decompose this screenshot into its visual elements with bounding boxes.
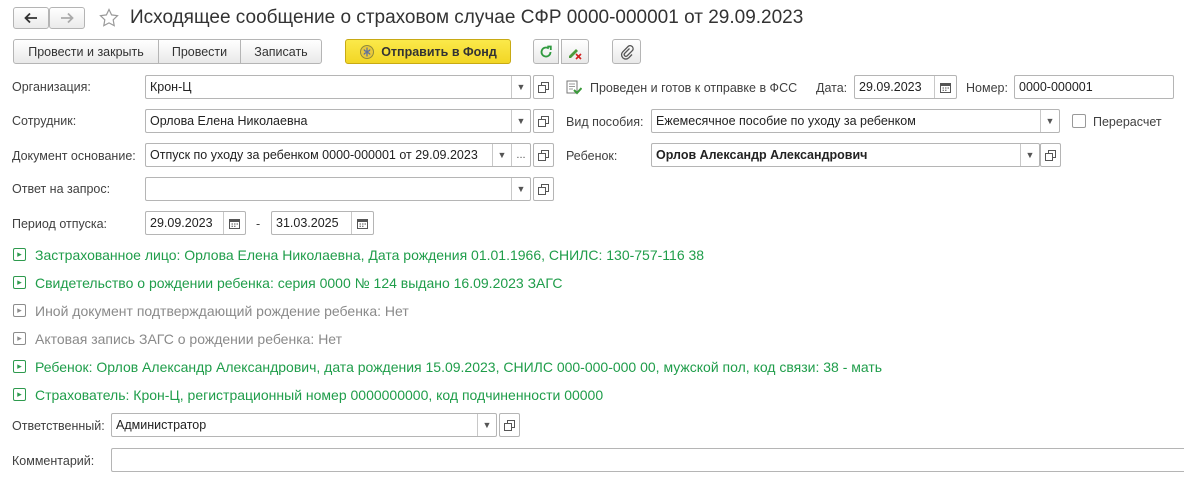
arrow-left-icon: [24, 12, 37, 24]
responsible-value: Администратор: [116, 418, 207, 432]
open-window-icon: [504, 419, 515, 431]
dropdown-arrow-icon[interactable]: ▼: [511, 178, 530, 200]
organization-label: Организация:: [12, 80, 91, 94]
refresh-icon: [540, 45, 552, 57]
employee-label: Сотрудник:: [12, 114, 77, 128]
expand-icon[interactable]: ▸: [13, 248, 26, 261]
comment-field[interactable]: [111, 448, 1184, 472]
reply-to-label: Ответ на запрос:: [12, 182, 111, 196]
save-button[interactable]: Записать: [240, 39, 322, 64]
cancel-edit-button[interactable]: [561, 39, 589, 64]
star-icon: [99, 8, 119, 27]
responsible-open-button[interactable]: [499, 413, 520, 437]
calendar-icon: [229, 218, 240, 229]
arrow-right-icon: [61, 12, 74, 24]
responsible-field[interactable]: Администратор ▼: [111, 413, 497, 437]
open-window-icon: [538, 183, 549, 195]
page-title: Исходящее сообщение о страховом случае С…: [130, 7, 804, 28]
expand-icon[interactable]: ▸: [13, 276, 26, 289]
attach-button[interactable]: [612, 39, 641, 64]
date-value: 29.09.2023: [859, 80, 922, 94]
section-other-document[interactable]: Иной документ подтверждающий рождение ре…: [35, 303, 409, 319]
period-from-value: 29.09.2023: [150, 216, 213, 230]
expand-icon[interactable]: ▸: [13, 304, 26, 317]
basis-doc-open-button[interactable]: [533, 143, 554, 167]
recalc-checkbox[interactable]: [1072, 114, 1086, 128]
child-open-button[interactable]: [1040, 143, 1061, 167]
open-window-icon: [538, 115, 549, 127]
forward-button[interactable]: [49, 7, 85, 29]
reply-to-field[interactable]: ▼: [145, 177, 531, 201]
date-label: Дата:: [816, 81, 848, 95]
post-button[interactable]: Провести: [158, 39, 241, 64]
section-civil-registry-record[interactable]: Актовая запись ЗАГС о рождении ребенка: …: [35, 331, 342, 347]
send-to-fund-label: Отправить в Фонд: [381, 44, 497, 59]
dropdown-arrow-icon[interactable]: ▼: [1020, 144, 1039, 166]
favorite-button[interactable]: [97, 7, 121, 29]
number-label: Номер:: [966, 81, 1008, 95]
basis-doc-value: Отпуск по уходу за ребенком 0000-000001 …: [150, 148, 478, 162]
pencil-cancel-icon: [569, 48, 582, 60]
calendar-icon: [940, 82, 951, 93]
period-from-field[interactable]: 29.09.2023: [145, 211, 246, 235]
fund-emblem-icon: [360, 44, 375, 59]
section-insurer[interactable]: Страхователь: Крон-Ц, регистрационный но…: [35, 387, 603, 403]
dropdown-arrow-icon[interactable]: ▼: [1040, 110, 1059, 132]
basis-doc-field[interactable]: Отпуск по уходу за ребенком 0000-000001 …: [145, 143, 531, 167]
section-birth-certificate[interactable]: Свидетельство о рождении ребенка: серия …: [35, 275, 562, 291]
dropdown-arrow-icon[interactable]: ▼: [511, 110, 530, 132]
period-to-calendar-button[interactable]: [351, 212, 373, 234]
organization-field[interactable]: Крон-Ц ▼: [145, 75, 531, 99]
responsible-label: Ответственный:: [12, 419, 105, 433]
period-to-field[interactable]: 31.03.2025: [271, 211, 374, 235]
send-to-fund-button[interactable]: Отправить в Фонд: [345, 39, 511, 64]
employee-value: Орлова Елена Николаевна: [150, 114, 308, 128]
post-and-close-button[interactable]: Провести и закрыть: [13, 39, 159, 64]
recalc-label: Перерасчет: [1093, 115, 1162, 129]
employee-open-button[interactable]: [533, 109, 554, 133]
benefit-type-value: Ежемесячное пособие по уходу за ребенком: [656, 114, 916, 128]
dropdown-arrow-icon[interactable]: ▼: [492, 144, 511, 166]
open-window-icon: [1045, 149, 1056, 161]
comment-label: Комментарий:: [12, 454, 95, 468]
date-field[interactable]: 29.09.2023: [854, 75, 957, 99]
section-insured-person[interactable]: Застрахованное лицо: Орлова Елена Никола…: [35, 247, 704, 263]
child-field[interactable]: Орлов Александр Александрович ▼: [651, 143, 1040, 167]
expand-icon[interactable]: ▸: [13, 332, 26, 345]
open-window-icon: [538, 149, 549, 161]
section-child-info[interactable]: Ребенок: Орлов Александр Александрович, …: [35, 359, 882, 375]
organization-value: Крон-Ц: [150, 80, 192, 94]
period-label: Период отпуска:: [12, 217, 108, 231]
select-ellipsis-button[interactable]: ...: [511, 144, 530, 166]
organization-open-button[interactable]: [533, 75, 554, 99]
dropdown-arrow-icon[interactable]: ▼: [511, 76, 530, 98]
expand-icon[interactable]: ▸: [13, 360, 26, 373]
period-dash: -: [256, 217, 261, 231]
expand-icon[interactable]: ▸: [13, 388, 26, 401]
refresh-button[interactable]: [533, 39, 559, 64]
open-window-icon: [538, 81, 549, 93]
posting-status: Проведен и готов к отправке в ФСС: [590, 81, 798, 95]
date-calendar-button[interactable]: [934, 76, 956, 98]
child-label: Ребенок:: [566, 149, 618, 163]
calendar-icon: [357, 218, 368, 229]
number-value: 0000-000001: [1019, 80, 1093, 94]
paperclip-icon: [620, 44, 634, 60]
document-posted-icon: [566, 80, 582, 95]
reply-to-open-button[interactable]: [533, 177, 554, 201]
period-to-value: 31.03.2025: [276, 216, 339, 230]
back-button[interactable]: [13, 7, 49, 29]
dropdown-arrow-icon[interactable]: ▼: [477, 414, 496, 436]
child-value: Орлов Александр Александрович: [656, 148, 868, 162]
number-field[interactable]: 0000-000001: [1014, 75, 1174, 99]
benefit-type-label: Вид пособия:: [566, 115, 644, 129]
period-from-calendar-button[interactable]: [223, 212, 245, 234]
benefit-type-field[interactable]: Ежемесячное пособие по уходу за ребенком…: [651, 109, 1060, 133]
basis-doc-label: Документ основание:: [12, 149, 136, 163]
employee-field[interactable]: Орлова Елена Николаевна ▼: [145, 109, 531, 133]
